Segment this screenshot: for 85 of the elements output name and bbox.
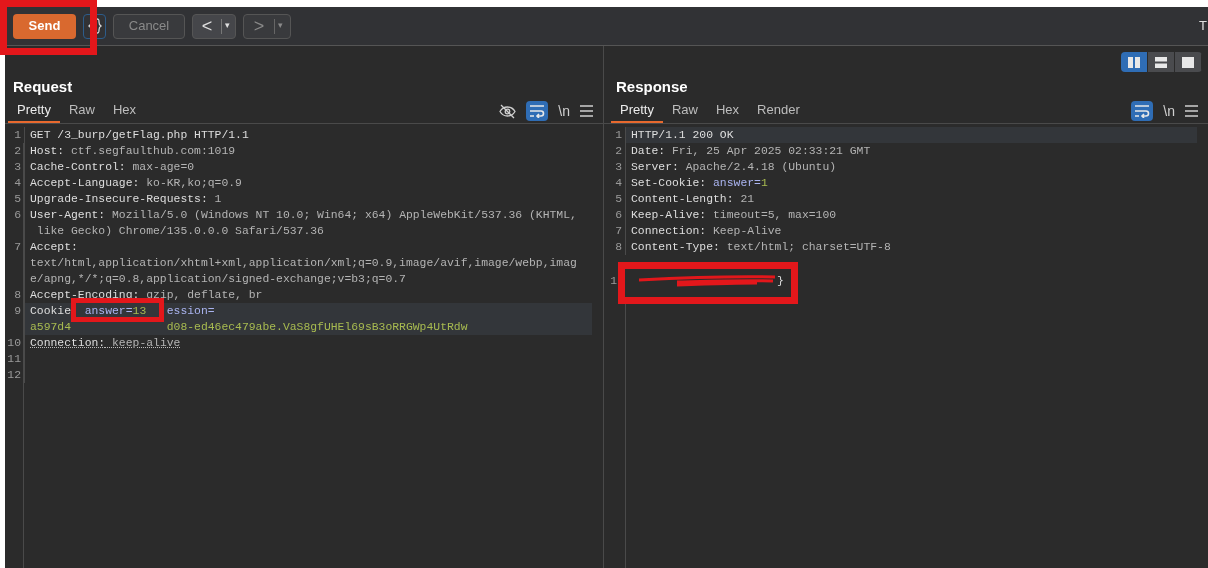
view-tab[interactable]: Pretty <box>611 99 663 123</box>
line-number: 3 <box>13 160 22 175</box>
view-tab[interactable]: Render <box>748 99 809 123</box>
code-text: Host: <box>30 144 65 159</box>
line-number: 3 <box>614 160 623 175</box>
code-text: ession= <box>165 304 215 319</box>
layout-toggle[interactable] <box>1148 52 1175 72</box>
code-text: Cookie <box>30 304 71 319</box>
line-number: 8 <box>13 288 22 303</box>
code-text: Server: <box>631 160 679 175</box>
code-text: Accept: <box>30 240 78 255</box>
menu-icon[interactable] <box>580 105 593 117</box>
braces-icon[interactable] <box>83 13 106 39</box>
code-text: Mozilla/5.0 (Windows NT 10.0; Win64; x64) AppleWebKit/537.36 (KHTML, <box>111 208 577 223</box>
code-text: like Gecko) Chrome/135.0.0.0 Safari/537.36 <box>35 224 324 239</box>
code-text: max-age=0 <box>131 160 195 175</box>
code-text: answer= <box>83 304 133 319</box>
line-number: 6 <box>13 208 22 223</box>
code-text: 13 <box>132 304 147 319</box>
code-text: } <box>777 274 784 289</box>
code-text: Set-Cookie: <box>631 176 707 191</box>
line-number: 11 <box>6 352 22 367</box>
code-text: answer= <box>712 176 761 191</box>
view-tab[interactable]: Pretty <box>8 99 60 123</box>
code-text: HTTP/1.1 200 OK <box>631 128 734 143</box>
line-number: 1 <box>614 128 623 143</box>
newline-toggle[interactable]: \n <box>1163 100 1175 122</box>
code-text: 21 <box>739 192 755 207</box>
line-number: 7 <box>13 240 22 255</box>
code-text: GET /3_burp/getFlag.php HTTP/1.1 <box>30 128 249 143</box>
code-text: text/html; charset=UTF-8 <box>725 240 891 255</box>
code-text: Connection: <box>631 224 707 239</box>
line-number: 2 <box>13 144 22 159</box>
back-button[interactable]: < ▾ <box>192 13 236 39</box>
line-number: 2 <box>614 144 623 159</box>
tab-label: T <box>1199 17 1207 36</box>
code-text: User-Agent: <box>30 208 106 223</box>
code-text: 1 <box>213 192 222 207</box>
columns-icon <box>1128 56 1140 68</box>
line-number: 6 <box>614 208 623 223</box>
code-text: e/apng,*/*;q=0.8,application/signed-exchange;v=b3;q=0.7 <box>30 272 406 287</box>
code-text: Content-Type: <box>631 240 720 255</box>
newline-toggle[interactable]: \n <box>558 100 570 122</box>
code-text: ko-KR,ko;q=0.9 <box>145 176 242 191</box>
menu-icon[interactable] <box>1185 105 1198 117</box>
line-number: 1 <box>13 128 22 143</box>
line-number: 7 <box>614 224 623 239</box>
code-text: keep-alive <box>111 336 181 351</box>
rows-icon <box>1155 56 1167 68</box>
line-number: 4 <box>614 176 623 191</box>
code-text: timeout=5, max=100 <box>712 208 837 223</box>
code-text: Keep-Alive <box>712 224 782 239</box>
line-number: 9 <box>13 304 22 319</box>
wrap-lines-button[interactable] <box>526 101 549 121</box>
eye-slash-icon[interactable] <box>499 103 517 119</box>
view-tab[interactable]: Raw <box>59 99 104 123</box>
code-text: ctf.segfaulthub.com:1019 <box>70 144 236 159</box>
code-text: Content-Length: <box>631 192 734 207</box>
line-number: 5 <box>13 192 22 207</box>
code-text: 1 <box>760 176 768 191</box>
line-number: 10 <box>6 336 22 351</box>
square-icon <box>1182 56 1194 68</box>
line-number: 5 <box>614 192 623 207</box>
line-number: 12 <box>6 368 22 383</box>
layout-toggle[interactable] <box>1175 52 1202 72</box>
line-number: 1 <box>609 274 618 289</box>
code-text: Accept-Language: <box>30 176 140 191</box>
line-number: 8 <box>614 240 623 255</box>
code-text: Keep-Alive: <box>631 208 707 223</box>
code-text: Date: <box>631 144 666 159</box>
code-text: text/html,application/xhtml+xml,application/xml;q=0.9,image/avif,image/webp,imag <box>30 256 577 271</box>
code-text: Fri, 25 Apr 2025 02:33:21 GMT <box>671 144 871 159</box>
panel-title: Request <box>12 77 74 96</box>
panel-title: Response <box>615 77 689 96</box>
code-text: Cache-Control: <box>30 160 126 175</box>
line-number: 4 <box>13 176 22 191</box>
code-text: a597d4 d08-ed46ec479abe.VaS8gfUHEl69sB3oRRGWp4UtRdw <box>30 320 468 335</box>
code-text: Apache/2.4.18 (Ubuntu) <box>684 160 837 175</box>
layout-toggle[interactable] <box>1121 52 1148 72</box>
wrap-lines-button[interactable] <box>1131 101 1154 121</box>
view-tab[interactable]: Hex <box>707 99 749 123</box>
view-tab[interactable]: Hex <box>104 99 146 123</box>
code-text: Upgrade-Insecure-Requests: <box>30 192 208 207</box>
code-text: Connection: <box>30 336 106 351</box>
view-tab[interactable]: Raw <box>662 99 707 123</box>
